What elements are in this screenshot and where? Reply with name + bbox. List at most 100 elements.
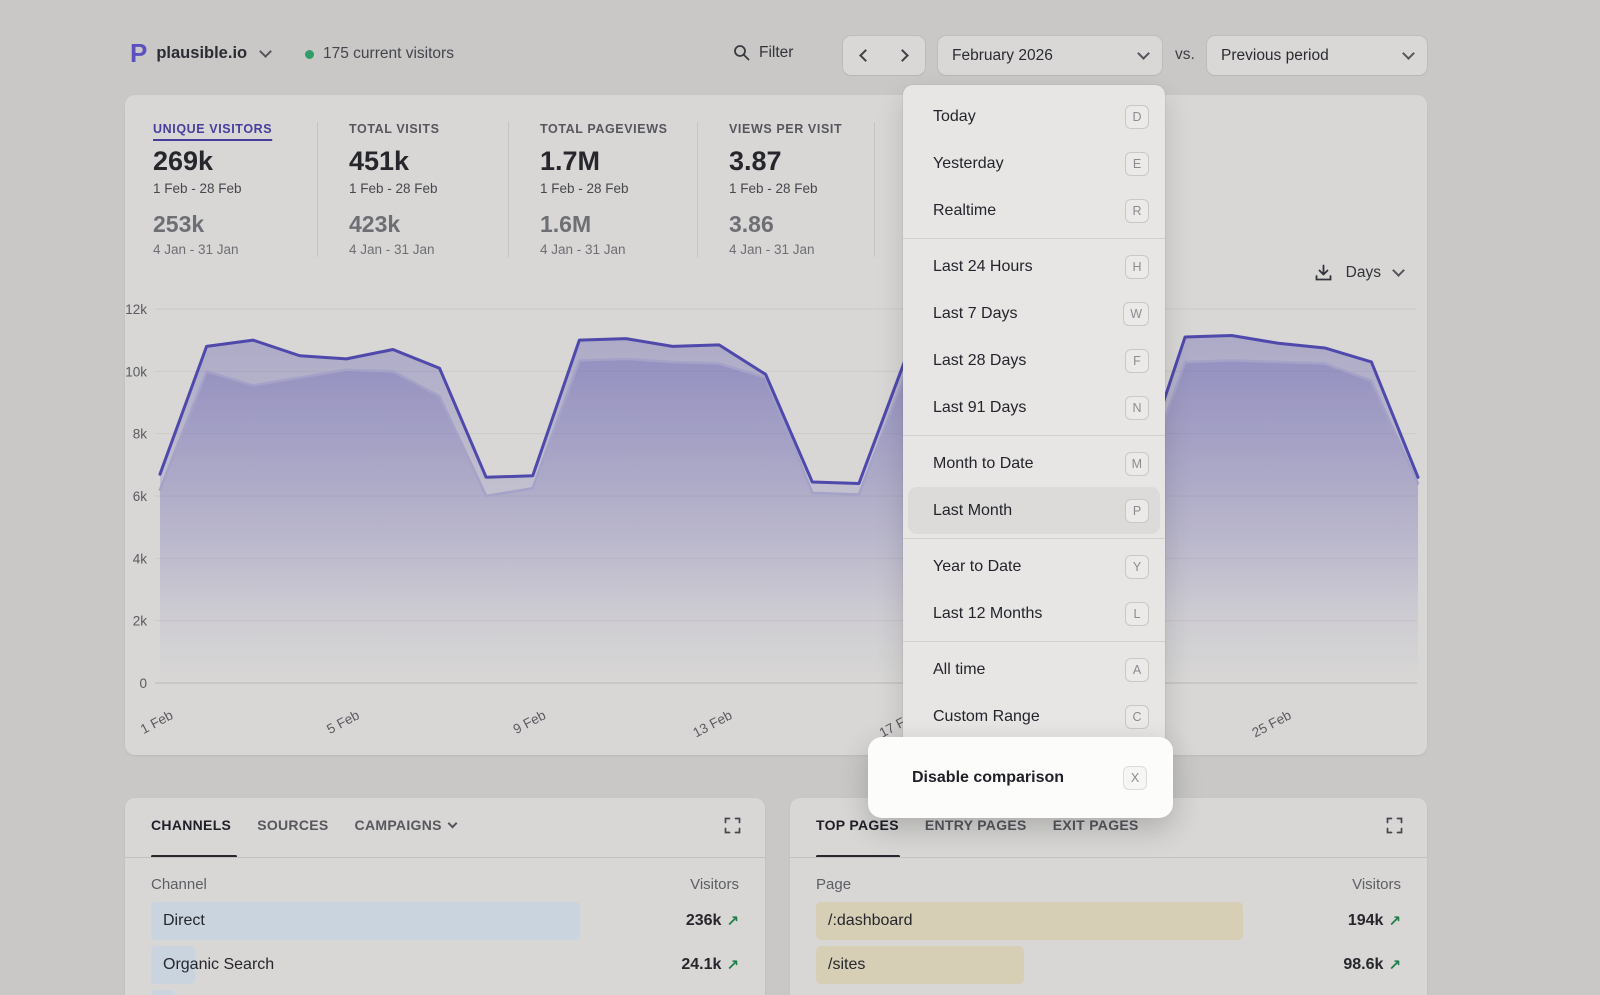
pages-table: /:dashboard 194k↗ /sites 98.6k↗ (816, 902, 1401, 990)
tab-sources[interactable]: SOURCES (257, 817, 328, 833)
row-bar (151, 902, 580, 940)
pages-tabs: TOP PAGES ENTRY PAGES EXIT PAGES (816, 817, 1139, 833)
interval-value[interactable]: Days (1346, 264, 1381, 282)
disable-comparison-panel: Disable comparison X (868, 737, 1173, 818)
chevron-down-icon (1137, 47, 1150, 60)
chevron-down-icon (447, 819, 457, 829)
download-icon[interactable] (1314, 263, 1333, 282)
shortcut-key: N (1125, 396, 1149, 420)
divider (903, 238, 1165, 239)
menu-item-last-28-days[interactable]: Last 28 Days F (903, 337, 1165, 384)
row-bar (151, 990, 175, 995)
menu-item-last-24-hours[interactable]: Last 24 Hours H (903, 243, 1165, 290)
table-row[interactable]: Direct 236k↗ (151, 902, 739, 940)
channels-table-header: Channel Visitors (151, 876, 739, 893)
shortcut-key: C (1125, 705, 1149, 729)
shortcut-key: D (1125, 105, 1149, 129)
tab-campaigns[interactable]: CAMPAIGNS (355, 817, 456, 833)
svg-text:0: 0 (139, 676, 147, 691)
divider (903, 435, 1165, 436)
menu-item-last-7-days[interactable]: Last 7 Days W (903, 290, 1165, 337)
plausible-logo-icon: P (130, 40, 147, 66)
visitors-chart[interactable]: 02k4k6k8k10k12k1 Feb5 Feb9 Feb13 Feb17 F… (125, 300, 1427, 750)
shortcut-key: M (1125, 452, 1149, 476)
tab-top-pages[interactable]: TOP PAGES (816, 817, 899, 833)
menu-item-all-time[interactable]: All time A (903, 646, 1165, 693)
chevron-right-icon[interactable] (896, 49, 909, 62)
chevron-left-icon[interactable] (859, 49, 872, 62)
current-visitors[interactable]: 175 current visitors (305, 45, 454, 63)
svg-text:1 Feb: 1 Feb (138, 707, 176, 736)
trend-up-icon: ↗ (726, 956, 739, 974)
expand-icon[interactable] (724, 817, 741, 834)
menu-item-year-to-date[interactable]: Year to Date Y (903, 543, 1165, 590)
menu-item-month-to-date[interactable]: Month to Date M (903, 440, 1165, 487)
menu-item-disable-comparison[interactable]: Disable comparison X (868, 754, 1173, 801)
tab-channels[interactable]: CHANNELS (151, 817, 231, 833)
shortcut-key: E (1125, 152, 1149, 176)
top-stats: UNIQUE VISITORS 269k 1 Feb - 28 Feb 253k… (153, 122, 934, 257)
tab-entry-pages[interactable]: ENTRY PAGES (925, 817, 1027, 833)
shortcut-key: W (1123, 302, 1149, 326)
expand-icon[interactable] (1386, 817, 1403, 834)
table-row[interactable]: /sites 98.6k↗ (816, 946, 1401, 984)
table-row[interactable]: Organic Search 24.1k↗ (151, 946, 739, 984)
divider (790, 857, 1427, 858)
date-range-menu: Today D Yesterday E Realtime R Last 24 H… (903, 85, 1165, 748)
channels-table: Direct 236k↗ Organic Search 24.1k↗ (151, 902, 739, 995)
channels-card: CHANNELS SOURCES CAMPAIGNS Channel Visit… (125, 798, 765, 995)
analytics-card: UNIQUE VISITORS 269k 1 Feb - 28 Feb 253k… (125, 95, 1427, 755)
tab-exit-pages[interactable]: EXIT PAGES (1053, 817, 1139, 833)
stat-total-pageviews[interactable]: TOTAL PAGEVIEWS 1.7M 1 Feb - 28 Feb 1.6M… (508, 122, 697, 257)
comparison-select[interactable]: Previous period (1207, 36, 1427, 75)
divider (125, 857, 765, 858)
svg-text:8k: 8k (133, 427, 148, 442)
divider (903, 641, 1165, 642)
svg-text:5 Feb: 5 Feb (324, 707, 362, 736)
shortcut-key: P (1125, 499, 1149, 523)
stat-views-per-visit[interactable]: VIEWS PER VISIT 3.87 1 Feb - 28 Feb 3.86… (697, 122, 874, 257)
comparison-value: Previous period (1221, 47, 1329, 65)
shortcut-key: X (1123, 766, 1147, 790)
chart-interval-control: Days (1314, 263, 1403, 282)
dashboard-page: P plausible.io 175 current visitors Filt… (0, 0, 1600, 995)
menu-item-realtime[interactable]: Realtime R (903, 187, 1165, 234)
menu-item-last-91-days[interactable]: Last 91 Days N (903, 384, 1165, 431)
svg-text:4k: 4k (133, 551, 148, 566)
pages-table-header: Page Visitors (816, 876, 1401, 893)
trend-up-icon: ↗ (1388, 912, 1401, 930)
shortcut-key: A (1125, 658, 1149, 682)
site-switcher[interactable]: P plausible.io (130, 40, 270, 66)
pages-card: TOP PAGES ENTRY PAGES EXIT PAGES Page Vi… (790, 798, 1427, 995)
search-icon (733, 44, 751, 62)
svg-text:13 Feb: 13 Feb (690, 707, 734, 740)
menu-item-last-month[interactable]: Last Month P (908, 487, 1160, 534)
filter-button[interactable]: Filter (733, 44, 793, 62)
channels-tabs: CHANNELS SOURCES CAMPAIGNS (151, 817, 456, 833)
date-range-value: February 2026 (952, 47, 1053, 65)
svg-text:6k: 6k (133, 489, 148, 504)
chevron-down-icon (1402, 47, 1415, 60)
trend-up-icon: ↗ (1388, 956, 1401, 974)
trend-up-icon: ↗ (726, 912, 739, 930)
shortcut-key: F (1125, 349, 1149, 373)
shortcut-key: H (1125, 255, 1149, 279)
divider (903, 538, 1165, 539)
menu-item-yesterday[interactable]: Yesterday E (903, 140, 1165, 187)
stat-total-visits[interactable]: TOTAL VISITS 451k 1 Feb - 28 Feb 423k 4 … (317, 122, 508, 257)
menu-item-custom-range[interactable]: Custom Range C (903, 693, 1165, 740)
stat-unique-visitors[interactable]: UNIQUE VISITORS 269k 1 Feb - 28 Feb 253k… (153, 122, 317, 257)
table-row[interactable]: /:dashboard 194k↗ (816, 902, 1401, 940)
chevron-down-icon (1392, 264, 1405, 277)
menu-item-last-12-months[interactable]: Last 12 Months L (903, 590, 1165, 637)
table-row[interactable] (151, 990, 739, 995)
live-dot-icon (305, 50, 314, 59)
chevron-down-icon (259, 45, 272, 58)
date-pager (843, 36, 925, 75)
date-range-select[interactable]: February 2026 (938, 36, 1162, 75)
svg-text:10k: 10k (125, 364, 147, 379)
shortcut-key: R (1125, 199, 1149, 223)
svg-text:25 Feb: 25 Feb (1249, 707, 1293, 740)
menu-item-today[interactable]: Today D (903, 93, 1165, 140)
svg-text:12k: 12k (125, 302, 147, 317)
